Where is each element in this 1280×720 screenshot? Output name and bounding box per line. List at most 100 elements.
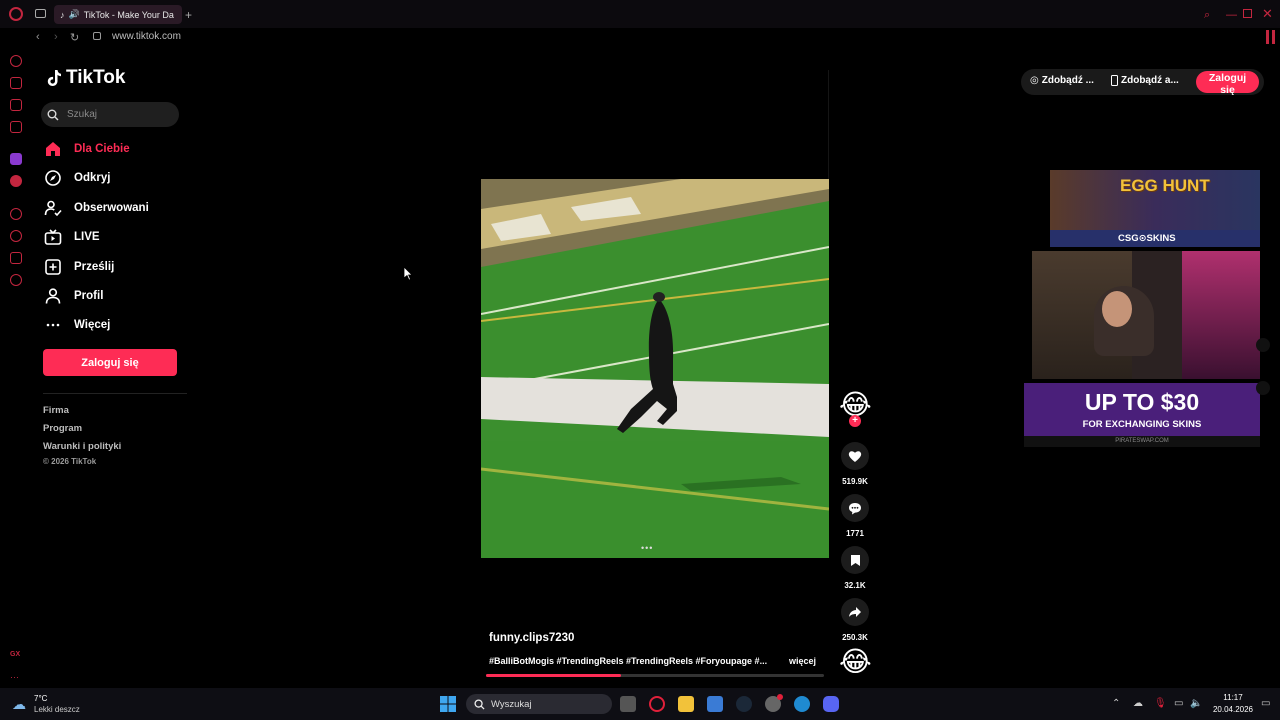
phone-icon — [1111, 75, 1118, 86]
mouse-cursor-icon — [403, 266, 413, 281]
opera-logo-icon[interactable] — [9, 7, 23, 21]
scroll-up-button[interactable] — [1256, 338, 1270, 352]
windows-taskbar — [0, 688, 1280, 720]
minimize-icon[interactable]: — — [1226, 9, 1237, 21]
clock-time[interactable]: 11:17 — [1213, 693, 1253, 702]
gx-corner-icon[interactable]: GX — [10, 651, 20, 658]
sidebar-item-label: Prześlij — [74, 261, 115, 273]
like-button[interactable] — [841, 442, 869, 470]
compass-icon — [45, 170, 61, 186]
audio-icon[interactable]: 🔊 — [69, 9, 80, 20]
comment-count: 1771 — [846, 529, 864, 538]
video-player[interactable]: ••• — [481, 179, 829, 558]
ad-promo-site: PIRATESWAP.COM — [1115, 438, 1169, 444]
settings-gear-icon[interactable] — [10, 274, 22, 286]
twitch-icon[interactable] — [10, 153, 22, 165]
opera-gx-taskbar-icon[interactable] — [649, 696, 665, 712]
weather-temp[interactable]: 7°C — [34, 694, 47, 703]
ad-streamer-video[interactable] — [1032, 251, 1260, 379]
tab-tiktok[interactable]: ♪ 🔊 TikTok - Make Your Da — [54, 5, 182, 24]
network-icon[interactable]: ▭ — [1174, 698, 1183, 709]
weather-desc[interactable]: Lekki deszcz — [34, 705, 80, 714]
messenger-icon[interactable] — [10, 99, 22, 111]
save-button[interactable] — [841, 546, 869, 574]
login-button[interactable]: Zaloguj się — [43, 349, 177, 376]
tab-islands-icon[interactable] — [35, 9, 46, 18]
taskbar-search-label: Wyszukaj — [491, 698, 532, 710]
sidebar-item-label: Profil — [74, 290, 104, 302]
weather-cloud-icon[interactable]: ☁ — [12, 696, 26, 713]
header-login-button[interactable]: Zaloguj się — [1196, 71, 1259, 96]
volume-icon[interactable]: 🔈 — [1190, 698, 1202, 709]
scroll-down-button[interactable] — [1256, 381, 1270, 395]
steam-icon[interactable] — [736, 696, 752, 712]
get-coins-button[interactable]: ◎ Zdobądź ... — [1030, 75, 1094, 86]
heart-icon — [848, 450, 862, 462]
workspace-icon[interactable] — [10, 77, 22, 89]
video-hashtags[interactable]: #BalliBotMogis #TrendingReels #TrendingR… — [489, 656, 767, 666]
player-icon[interactable] — [10, 208, 22, 220]
tiktok-logo[interactable]: TikTok — [46, 67, 125, 89]
back-icon[interactable]: ‹ — [36, 31, 40, 43]
ad-room-right — [1182, 251, 1260, 379]
onedrive-icon[interactable]: ☁ — [1133, 698, 1143, 709]
comment-icon — [849, 502, 861, 514]
caption-more-link[interactable]: więcej — [789, 656, 816, 666]
lock-icon[interactable] — [93, 32, 101, 40]
sidebar-item-label: LIVE — [74, 231, 100, 243]
search-icon — [47, 109, 59, 120]
reload-icon[interactable]: ↻ — [70, 31, 79, 44]
discord-icon[interactable] — [823, 696, 839, 712]
ai-tools-icon[interactable] — [10, 121, 22, 133]
ad-skin-exchange[interactable]: UP TO $30 FOR EXCHANGING SKINS PIRATESWA… — [1024, 383, 1260, 447]
sidebar-item-live[interactable]: LIVE — [44, 226, 100, 248]
new-tab-button[interactable]: + — [185, 8, 192, 22]
sidebar-item-following[interactable]: Obserwowani — [44, 197, 149, 219]
tray-overflow-icon[interactable]: ⌃ — [1112, 698, 1120, 709]
ad-egg-hunt[interactable]: EGG HUNT CSG⊙SKINS — [1050, 170, 1260, 247]
search-input[interactable] — [65, 108, 179, 121]
windows-start-icon[interactable] — [440, 696, 456, 712]
footer-link-terms[interactable]: Warunki i polityki — [43, 441, 121, 452]
sidebar-item-more[interactable]: Więcej — [44, 314, 110, 336]
history-icon[interactable] — [10, 230, 22, 242]
edge-icon[interactable] — [794, 696, 810, 712]
sidebar-toggle-icon[interactable] — [1266, 30, 1269, 44]
sidebar-toggle-icon-2[interactable] — [1272, 30, 1275, 44]
microphone-icon[interactable]: 🎙 — [1154, 698, 1167, 709]
footer-link-company[interactable]: Firma — [43, 405, 69, 416]
share-button[interactable] — [841, 598, 869, 626]
notifications-icon[interactable]: ▭ — [1261, 698, 1270, 709]
more-icon[interactable]: ··· — [10, 672, 19, 682]
follow-plus-icon[interactable]: + — [849, 415, 861, 427]
get-app-button[interactable]: Zdobądź a... — [1111, 75, 1179, 86]
search-icon — [474, 698, 485, 710]
file-explorer-icon[interactable] — [678, 696, 694, 712]
sidebar-item-explore[interactable]: Odkryj — [44, 167, 110, 189]
taskbar-search[interactable]: Wyszukaj — [466, 694, 612, 714]
close-icon[interactable]: ✕ — [1262, 6, 1273, 22]
forward-icon[interactable]: › — [54, 31, 58, 43]
music-disc-icon[interactable]: 😂 — [839, 647, 872, 677]
store-icon[interactable] — [707, 696, 723, 712]
url-field[interactable]: www.tiktok.com — [112, 31, 181, 42]
search-box[interactable] — [41, 102, 179, 127]
sidebar-item-for-you[interactable]: Dla Ciebie — [44, 138, 130, 160]
ad-egg-hunt-title: EGG HUNT — [1120, 176, 1210, 195]
extensions-icon[interactable] — [10, 252, 22, 264]
video-menu-dots[interactable]: ••• — [641, 543, 653, 553]
video-username[interactable]: funny.clips7230 — [489, 632, 574, 644]
copyright: © 2026 TikTok — [43, 457, 97, 466]
music-player-icon[interactable] — [10, 175, 22, 187]
footer-link-program[interactable]: Program — [43, 423, 82, 434]
home-icon — [46, 142, 60, 156]
search-icon[interactable]: ⌕ — [1204, 9, 1210, 22]
maximize-icon[interactable] — [1243, 9, 1252, 18]
comment-button[interactable] — [841, 494, 869, 522]
task-view-icon[interactable] — [620, 696, 636, 712]
sidebar-item-upload[interactable]: Prześlij — [44, 256, 114, 278]
clock-date[interactable]: 20.04.2026 — [1209, 705, 1257, 714]
sidebar-item-profile[interactable]: Profil — [44, 285, 103, 307]
opera-sidebar — [0, 48, 32, 688]
aria-icon[interactable] — [10, 55, 22, 67]
